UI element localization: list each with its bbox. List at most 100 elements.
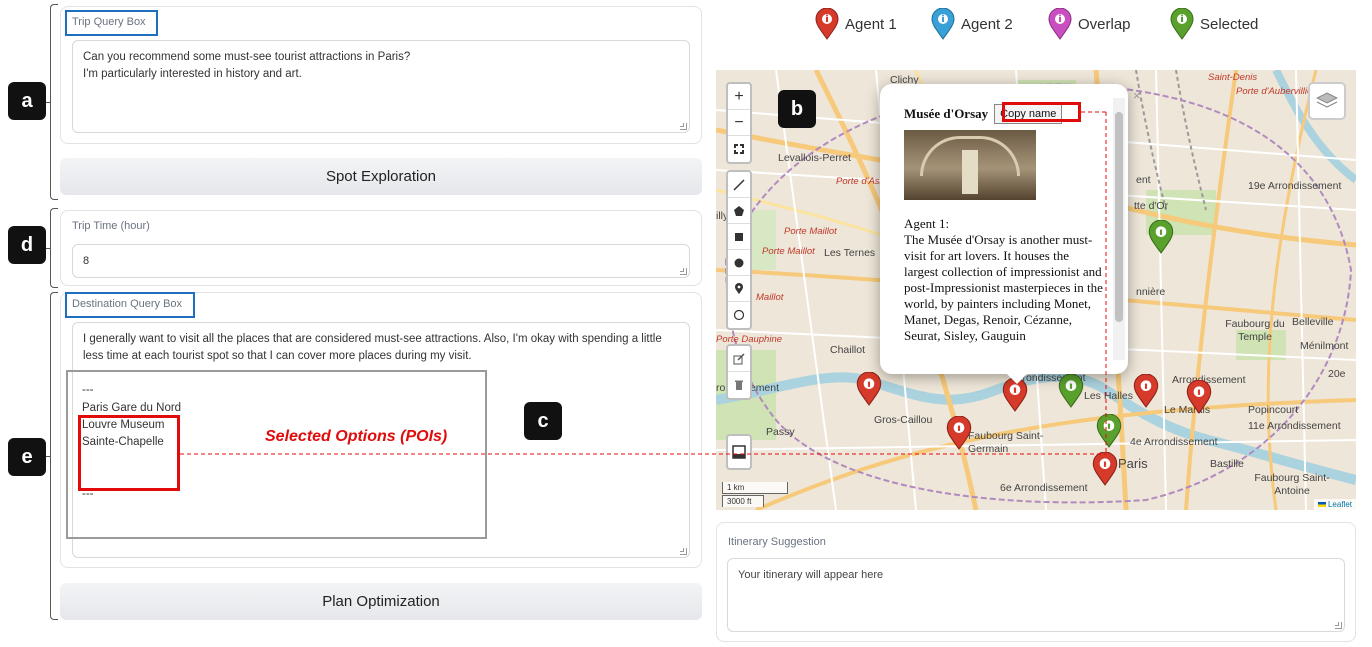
selected-options-caption: Selected Options (POIs) [265,428,448,445]
map-label: ent [1136,174,1151,186]
export-map-icon [732,445,746,459]
map-label: Les Halles [1084,390,1134,402]
photo-nave [962,150,978,194]
delete-layers-icon[interactable] [728,372,750,398]
map-label: Bastille [1210,458,1244,470]
map-label: Faubourg Saint-Antoine [1254,472,1330,497]
legend-agent-2: Agent 2 [931,8,1013,40]
popup-close-icon[interactable]: × [1133,88,1141,103]
itinerary-label: Itinerary Suggestion [728,536,826,548]
spot-exploration-button[interactable]: Spot Exploration [60,158,702,195]
map-pin-red-icon [815,8,839,40]
edit-layers-icon [733,352,745,364]
draw-controls [726,170,752,330]
bracket-e [43,292,58,620]
map-pin-purple-icon [1048,8,1072,40]
map-label: Faubourg du Temple [1225,318,1285,343]
map-pin-red-icon[interactable] [1186,380,1212,414]
trip-time-label: Trip Time (hour) [72,220,150,232]
map-pin-red-icon[interactable] [946,416,972,450]
map-label: Chaillot [830,344,866,356]
map-scale: 1 km [722,482,788,494]
fullscreen-icon [734,144,744,154]
zoom-out-icon[interactable]: − [728,110,750,136]
map-label: Maillot [756,292,784,303]
draw-circlemarker-icon [733,309,745,321]
resize-grip-icon[interactable] [680,548,687,555]
export-map-icon[interactable] [728,436,750,468]
map-label: Paris [1118,456,1148,471]
layers-icon [1316,92,1338,108]
zoom-controls: + − [726,82,752,164]
scrollbar-thumb[interactable] [1115,112,1123,322]
map-pin-green-icon[interactable] [1148,220,1174,254]
annotation-badge-e: e [8,438,46,476]
map-attribution[interactable]: Leaflet [1313,499,1356,510]
legend-label: Agent 1 [845,15,897,33]
bracket-d [43,208,58,288]
map-label: Levallois-Perret [778,152,851,164]
map-scale-ft: 3000 ft [722,495,764,507]
trip-time-input[interactable]: 8 [72,244,690,278]
map-label: nnière [1136,286,1166,298]
map-pin-red-icon[interactable] [856,372,882,406]
selected-options-highlight [78,415,180,491]
legend-agent-1: Agent 1 [815,8,897,40]
map-label: Popincourt [1248,404,1299,416]
itinerary-output[interactable]: Your itinerary will appear here [727,558,1345,632]
map-pin-red-icon[interactable] [1133,374,1159,408]
plan-optimization-button[interactable]: Plan Optimization [60,583,702,620]
draw-polyline-icon[interactable] [728,172,750,198]
map-label: tte d'Or [1134,200,1169,212]
annotation-badge-c: c [524,402,562,440]
draw-rectangle-icon [735,232,743,241]
map-label: 4e Arrondissement [1130,436,1218,448]
legend-overlap: Overlap [1048,8,1131,40]
map-label: Gros-Caillou [874,414,933,426]
legend-label: Selected [1200,15,1259,33]
map-pin-green-icon[interactable] [1058,374,1084,408]
popup-scrollbar[interactable] [1113,98,1125,360]
resize-grip-icon[interactable] [1335,622,1342,629]
popup-content: Musée d'Orsay Copy name Agent 1: The Mus… [904,104,1104,358]
draw-circlemarker-icon[interactable] [728,302,750,328]
copy-name-highlight [1002,102,1081,122]
poi-photo [904,130,1036,200]
draw-polygon-icon [734,205,744,216]
popup-tip [1005,372,1029,384]
draw-marker-icon[interactable] [728,276,750,302]
popup-description: The Musée d'Orsay is another must-visit … [904,232,1103,343]
legend-label: Agent 2 [961,15,1013,33]
destination-query-label: Destination Query Box [72,298,183,310]
trip-query-input[interactable]: Can you recommend some must-see tourist … [72,40,690,133]
annotation-badge-a: a [8,82,46,120]
export-control [726,434,752,470]
map-pin-red-icon[interactable] [1092,452,1118,486]
resize-grip-icon[interactable] [680,123,687,130]
edit-layers-icon[interactable] [728,346,750,372]
attribution-text: Leaflet [1327,500,1352,509]
popup-agent-label: Agent 1: [904,216,950,231]
delete-layers-icon [735,380,743,390]
map-label: 20e [1328,368,1346,380]
zoom-in-icon[interactable]: + [728,84,750,110]
draw-rectangle-icon[interactable] [728,224,750,250]
map-pin-blue-icon [931,8,955,40]
draw-marker-icon [735,282,743,294]
fullscreen-icon[interactable] [728,136,750,162]
map-label: Porte Maillot [762,246,815,257]
edit-controls [726,344,752,400]
draw-polygon-icon[interactable] [728,198,750,224]
resize-grip-icon[interactable] [680,268,687,275]
draw-circle-icon [734,258,744,267]
map-label: 11e Arrondissement [1248,420,1341,432]
map-pin-green-icon [1170,8,1194,40]
layers-button[interactable] [1308,82,1346,120]
map-label: Faubourg Saint-Germain [968,430,1044,455]
scale-km: 1 km [727,483,745,492]
draw-circle-icon[interactable] [728,250,750,276]
leaflet-flag-icon [1317,502,1326,507]
popup-title: Musée d'Orsay [904,106,989,121]
map-label: 19e Arrondissement [1248,180,1342,192]
map-pin-green-icon[interactable] [1096,414,1122,448]
